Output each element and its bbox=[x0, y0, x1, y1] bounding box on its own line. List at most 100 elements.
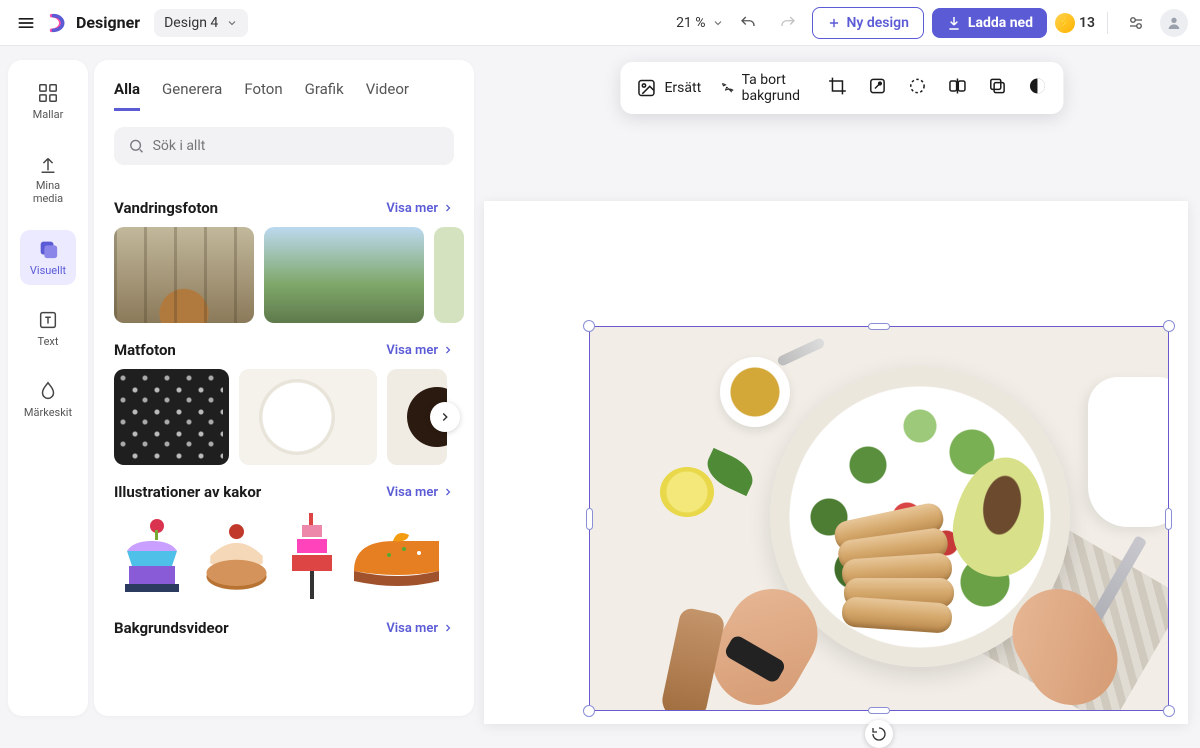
coin-icon: ⚡ bbox=[1055, 13, 1075, 33]
rail-visual-label: Visuellt bbox=[30, 264, 66, 277]
tab-generate[interactable]: Generera bbox=[162, 80, 222, 111]
account-avatar[interactable] bbox=[1160, 9, 1188, 37]
chevron-right-icon bbox=[438, 410, 452, 424]
document-selector[interactable]: Design 4 bbox=[154, 9, 248, 37]
thumbnail-hiking-1[interactable] bbox=[114, 227, 254, 323]
plus-icon bbox=[827, 16, 841, 30]
new-design-label: Ny design bbox=[847, 15, 909, 31]
thumbnail-cake-2[interactable] bbox=[199, 511, 274, 601]
search-field[interactable] bbox=[114, 127, 454, 165]
rotate-icon bbox=[871, 726, 887, 742]
canvas-area[interactable]: Ersätt Ta bort bakgrund bbox=[484, 46, 1200, 730]
rail-my-media-label: Mina media bbox=[20, 179, 76, 205]
credits-button[interactable]: ⚡ 13 bbox=[1055, 13, 1095, 33]
rail-templates-label: Mallar bbox=[33, 108, 64, 121]
thumbnail-hiking-3[interactable] bbox=[434, 227, 464, 323]
resize-handle-tr[interactable] bbox=[1163, 320, 1175, 332]
zoom-control[interactable]: 21 % bbox=[676, 15, 723, 31]
layers-button[interactable] bbox=[988, 76, 1008, 100]
chevron-down-icon bbox=[226, 17, 238, 29]
scroll-right-button[interactable] bbox=[430, 402, 460, 432]
show-more-bgvideos[interactable]: Visa mer bbox=[386, 621, 454, 636]
opacity-button[interactable] bbox=[1028, 76, 1048, 100]
download-icon bbox=[946, 15, 962, 31]
section-title: Vandringsfoton bbox=[114, 199, 218, 217]
rail-brandkit[interactable]: Märkeskit bbox=[20, 372, 76, 427]
tab-all[interactable]: Alla bbox=[114, 80, 140, 111]
resize-handle-left[interactable] bbox=[586, 508, 593, 530]
side-rail: Mallar Mina media Visuellt Text Märkeski… bbox=[8, 60, 88, 716]
flip-button[interactable] bbox=[948, 76, 968, 100]
redo-button[interactable] bbox=[772, 7, 804, 39]
rail-my-media[interactable]: Mina media bbox=[20, 145, 76, 213]
show-more-hiking[interactable]: Visa mer bbox=[386, 201, 454, 216]
resize-handle-top[interactable] bbox=[868, 323, 890, 330]
artboard[interactable] bbox=[484, 201, 1188, 724]
resize-handle-right[interactable] bbox=[1165, 508, 1172, 530]
resize-handle-bl[interactable] bbox=[583, 705, 595, 717]
search-input[interactable] bbox=[153, 138, 440, 154]
search-icon bbox=[128, 137, 145, 155]
chevron-right-icon bbox=[442, 622, 454, 634]
download-label: Ladda ned bbox=[968, 15, 1033, 31]
new-design-button[interactable]: Ny design bbox=[812, 7, 924, 39]
adjust-button[interactable] bbox=[868, 76, 888, 100]
rail-text[interactable]: Text bbox=[20, 301, 76, 356]
rotate-handle[interactable] bbox=[865, 720, 893, 748]
thumbnail-hiking-2[interactable] bbox=[264, 227, 424, 323]
replace-label: Ersätt bbox=[664, 80, 701, 96]
image-icon bbox=[636, 78, 656, 98]
settings-button[interactable] bbox=[1120, 7, 1152, 39]
panel-tabs: Alla Generera Foton Grafik Videor bbox=[94, 60, 474, 111]
thumbnail-food-2[interactable] bbox=[239, 369, 377, 465]
tab-graphics[interactable]: Grafik bbox=[305, 80, 344, 111]
section-food: Matfoton Visa mer bbox=[114, 341, 454, 465]
resize-handle-bottom[interactable] bbox=[868, 707, 890, 714]
tab-videos[interactable]: Videor bbox=[366, 80, 409, 111]
zoom-value: 21 % bbox=[676, 15, 705, 31]
thumbnail-cake-3[interactable] bbox=[284, 511, 339, 601]
show-more-cakes[interactable]: Visa mer bbox=[386, 485, 454, 500]
side-panel: Alla Generera Foton Grafik Videor Vandri… bbox=[94, 60, 474, 716]
tab-photos[interactable]: Foton bbox=[244, 80, 282, 111]
remove-bg-label: Ta bort bakgrund bbox=[742, 72, 808, 104]
section-title: Bakgrundsvideor bbox=[114, 619, 229, 637]
magic-icon bbox=[721, 78, 733, 98]
undo-button[interactable] bbox=[732, 7, 764, 39]
replace-button[interactable]: Ersätt bbox=[636, 78, 701, 98]
context-toolbar: Ersätt Ta bort bakgrund bbox=[620, 62, 1063, 114]
crop-button[interactable] bbox=[828, 76, 848, 100]
section-hiking: Vandringsfoton Visa mer bbox=[114, 199, 454, 323]
credits-count: 13 bbox=[1079, 15, 1095, 31]
resize-handle-br[interactable] bbox=[1163, 705, 1175, 717]
rail-brandkit-label: Märkeskit bbox=[24, 406, 72, 419]
section-bgvideos: Bakgrundsvideor Visa mer bbox=[114, 619, 454, 637]
download-button[interactable]: Ladda ned bbox=[932, 8, 1047, 38]
thumbnail-cake-1[interactable] bbox=[114, 511, 189, 601]
main-area: Mallar Mina media Visuellt Text Märkeski… bbox=[0, 46, 1200, 730]
thumbnail-food-1[interactable] bbox=[114, 369, 229, 465]
menu-button[interactable] bbox=[12, 9, 40, 37]
thumbnail-cake-4[interactable] bbox=[349, 511, 444, 601]
divider bbox=[1107, 12, 1108, 34]
logo-icon bbox=[48, 12, 70, 34]
section-title: Illustrationer av kakor bbox=[114, 483, 261, 501]
image-content bbox=[590, 327, 1168, 710]
selected-image[interactable] bbox=[589, 326, 1169, 711]
section-title: Matfoton bbox=[114, 341, 176, 359]
chevron-right-icon bbox=[442, 344, 454, 356]
remove-bg-button[interactable]: Ta bort bakgrund bbox=[721, 72, 807, 104]
section-cakes: Illustrationer av kakor Visa mer bbox=[114, 483, 454, 601]
show-more-food[interactable]: Visa mer bbox=[386, 343, 454, 358]
resize-handle-tl[interactable] bbox=[583, 320, 595, 332]
document-name: Design 4 bbox=[164, 15, 218, 31]
app-logo: Designer bbox=[48, 12, 140, 34]
chevron-right-icon bbox=[442, 202, 454, 214]
rail-text-label: Text bbox=[38, 335, 59, 348]
mask-button[interactable] bbox=[908, 76, 928, 100]
rail-visual[interactable]: Visuellt bbox=[20, 230, 76, 285]
panel-scroll[interactable]: Vandringsfoton Visa mer Matfoton Visa me… bbox=[94, 171, 474, 657]
chevron-down-icon bbox=[712, 17, 724, 29]
rail-templates[interactable]: Mallar bbox=[20, 74, 76, 129]
chevron-right-icon bbox=[442, 486, 454, 498]
